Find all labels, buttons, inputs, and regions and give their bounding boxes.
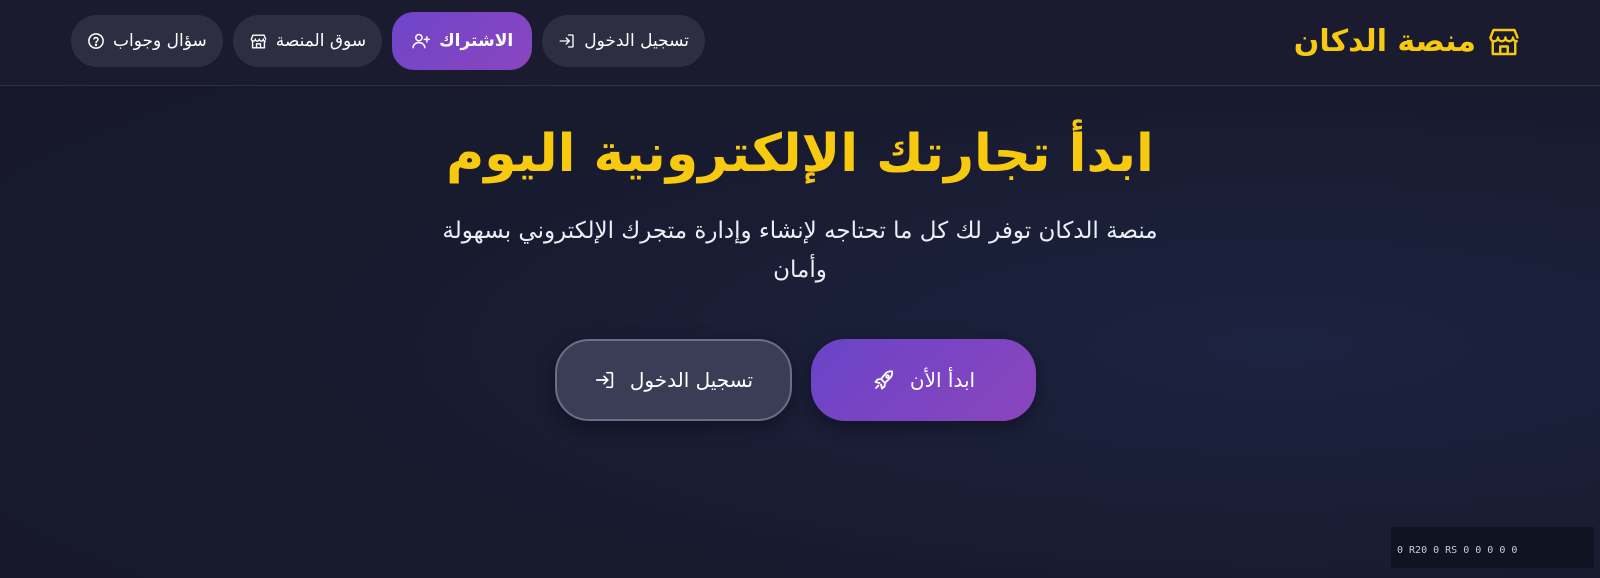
nav-subscribe-button[interactable]: الاشتراك — [392, 12, 533, 70]
nav-subscribe-label: الاشتراك — [439, 31, 514, 51]
nav-marketplace-button[interactable]: سوق المنصة — [232, 15, 383, 67]
hero-subtitle: منصة الدكان توفر لك كل ما تحتاجه لإنشاء … — [442, 218, 1158, 283]
store-icon — [249, 32, 268, 51]
question-circle-icon — [87, 32, 105, 50]
status-text: 0 R20 0 RS 0 0 0 0 0 — [1397, 545, 1518, 556]
start-now-label: ابدأ الأن — [909, 368, 976, 392]
brand-name: منصة الدكان — [1293, 24, 1476, 59]
nav-marketplace-label: سوق المنصة — [275, 31, 367, 51]
nav-login-label: تسجيل الدخول — [584, 31, 689, 51]
main-nav: سؤال وجواب سوق المنصة الاشتراك تسجيل الد… — [71, 12, 705, 70]
hero-login-label: تسجيل الدخول — [629, 368, 754, 392]
top-navbar: منصة الدكان سؤال وجواب سوق المنصة الاشتر… — [0, 0, 1600, 86]
page: منصة الدكان سؤال وجواب سوق المنصة الاشتر… — [0, 0, 1600, 578]
hero-login-button[interactable]: تسجيل الدخول — [555, 339, 792, 421]
start-now-button[interactable]: ابدأ الأن — [811, 339, 1036, 421]
nav-faq-button[interactable]: سؤال وجواب — [71, 15, 223, 67]
store-icon — [1486, 24, 1522, 60]
login-icon — [558, 32, 576, 50]
status-overlay: 0 R20 0 RS 0 0 0 0 0 — [1391, 527, 1594, 568]
brand-logo[interactable]: منصة الدكان — [1294, 22, 1522, 62]
user-plus-icon — [411, 31, 431, 51]
nav-faq-label: سؤال وجواب — [113, 31, 207, 51]
rocket-icon — [872, 368, 896, 392]
nav-login-button[interactable]: تسجيل الدخول — [542, 15, 705, 67]
hero-title: ابدأ تجارتك الإلكترونية اليوم — [446, 124, 1154, 184]
login-icon — [594, 369, 616, 391]
